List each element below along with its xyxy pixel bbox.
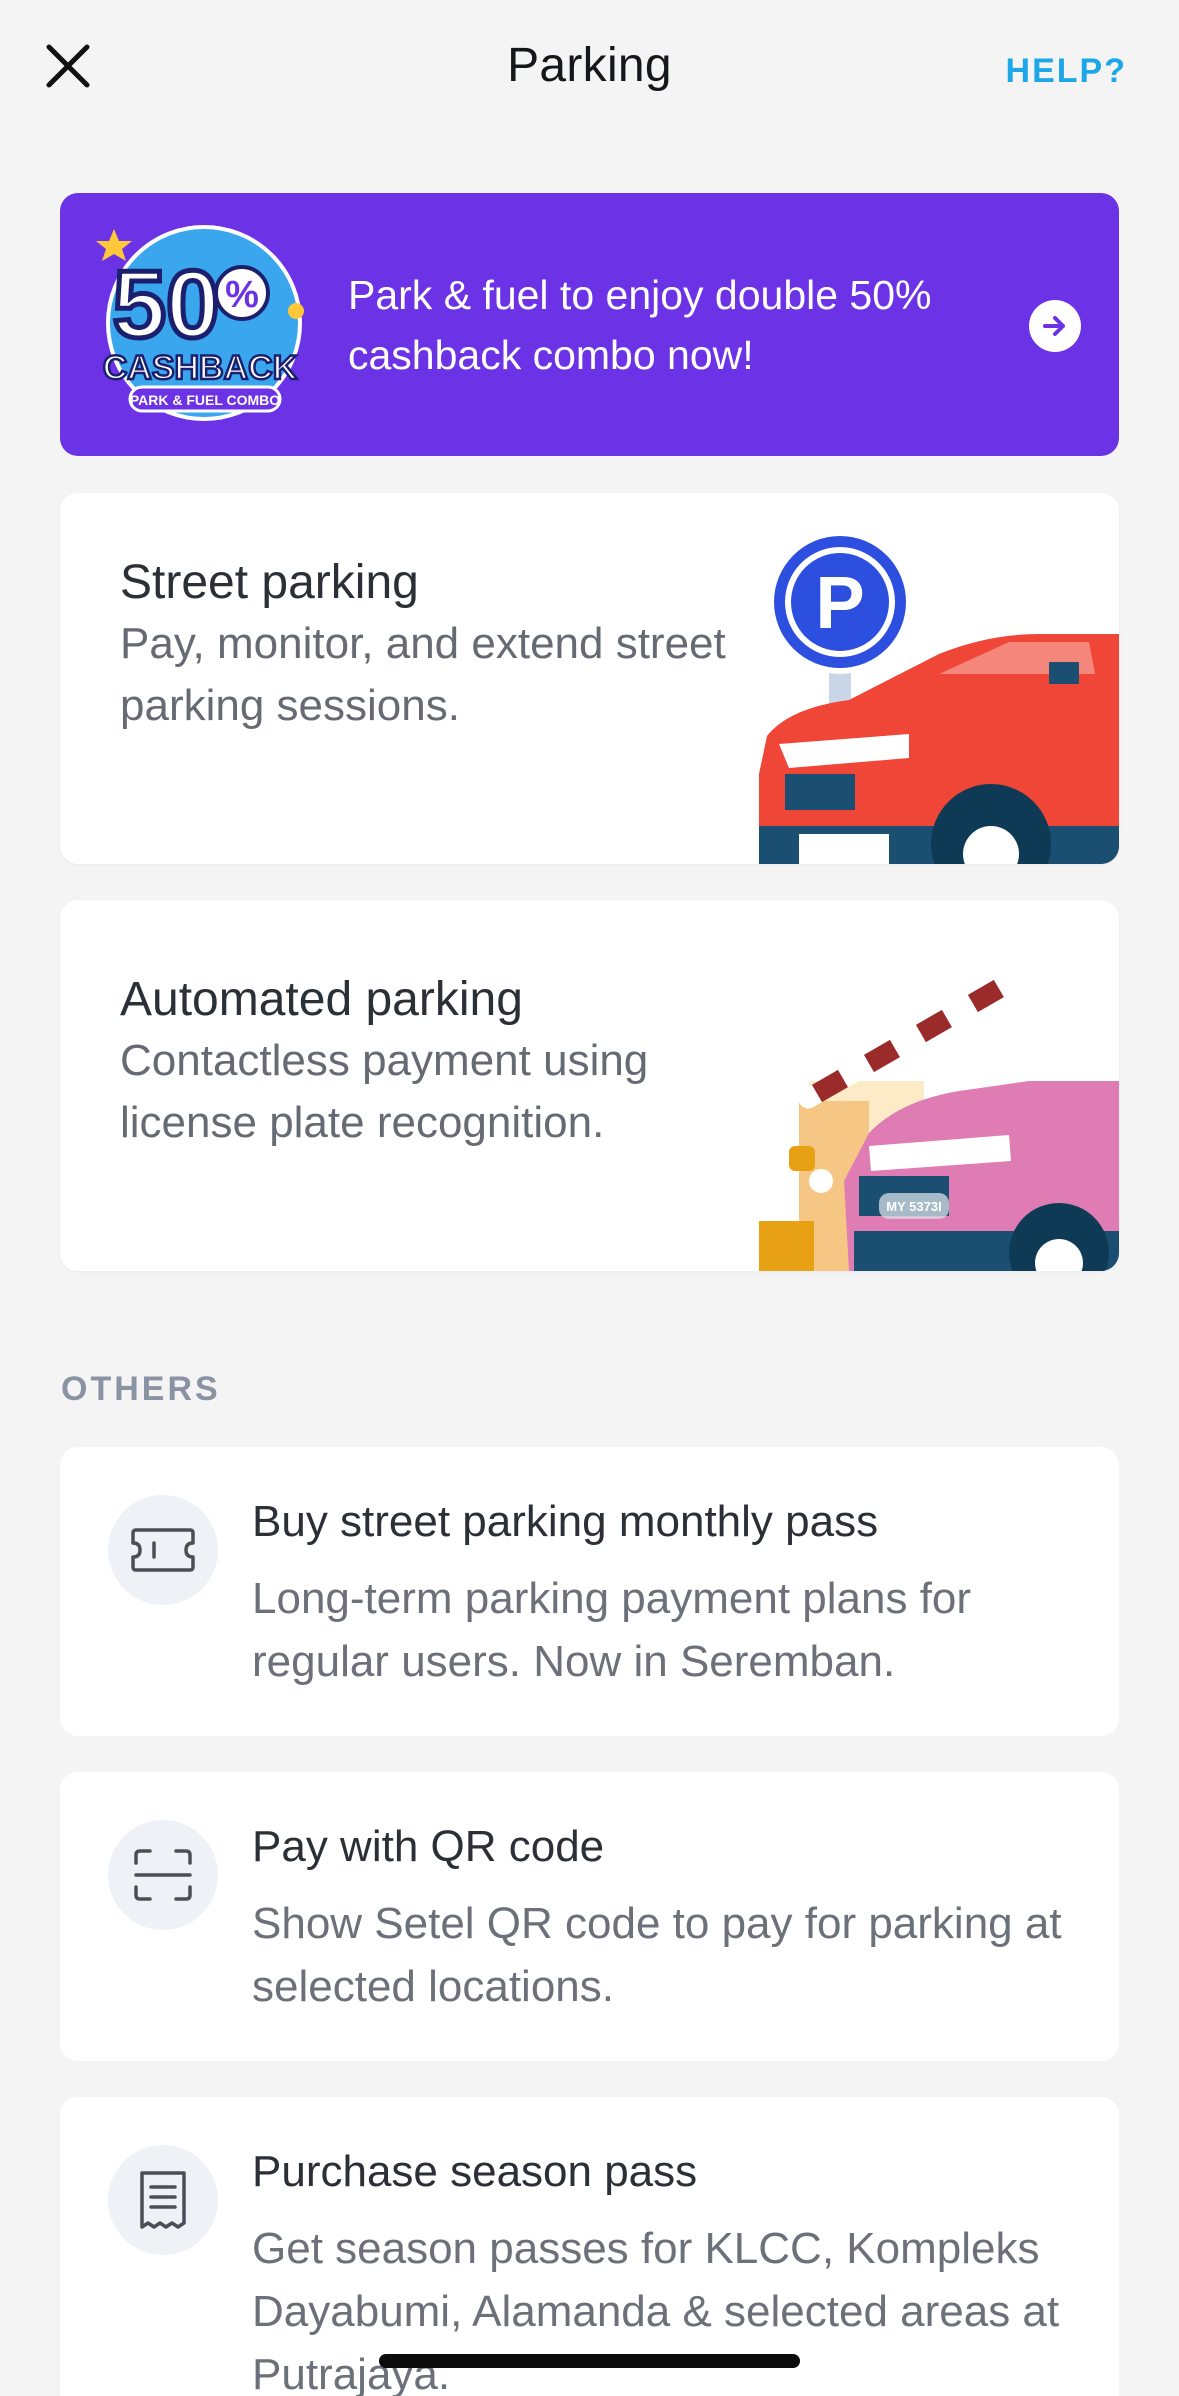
monthly-pass-item[interactable]: Buy street parking monthly pass Long-ter… — [60, 1447, 1119, 1736]
parking-sign-letter: P — [815, 561, 864, 644]
automated-parking-card[interactable]: Automated parking Contactless payment us… — [60, 900, 1119, 1271]
badge-percent: % — [225, 274, 259, 316]
qr-code-item[interactable]: Pay with QR code Show Setel QR code to p… — [60, 1772, 1119, 2061]
scan-icon — [134, 1849, 192, 1901]
season-pass-item[interactable]: Purchase season pass Get season passes f… — [60, 2097, 1119, 2396]
badge-ribbon: PARK & FUEL COMBO — [130, 392, 280, 408]
badge-word: CASHBACK — [103, 349, 298, 387]
qr-code-description: Show Setel QR code to pay for parking at… — [252, 1899, 1062, 2011]
arrow-right-icon — [1043, 316, 1065, 336]
automated-parking-illustration: MY 5373I — [759, 953, 1119, 1271]
automated-parking-description: Contactless payment using license plate … — [120, 1036, 649, 1147]
scan-icon-container — [108, 1820, 218, 1930]
monthly-pass-description: Long-term parking payment plans for regu… — [252, 1574, 972, 1686]
qr-code-title: Pay with QR code — [252, 1822, 605, 1871]
promo-arrow-button[interactable] — [1029, 300, 1081, 352]
automated-parking-title: Automated parking — [120, 973, 523, 1026]
ticket-icon-container — [108, 1495, 218, 1605]
season-pass-title: Purchase season pass — [252, 2147, 698, 2196]
promo-text: Park & fuel to enjoy double 50% cashback… — [348, 272, 932, 378]
street-parking-card[interactable]: Street parking Pay, monitor, and extend … — [60, 493, 1119, 864]
help-link[interactable]: HELP? — [1006, 52, 1127, 91]
cashback-badge-logo: 50 % CASHBACK PARK & FUEL COMBO — [96, 225, 304, 421]
monthly-pass-title: Buy street parking monthly pass — [252, 1497, 879, 1546]
others-section-label: OTHERS — [61, 1370, 221, 1408]
home-indicator[interactable] — [379, 2354, 800, 2368]
license-plate: MY 5373I — [886, 1199, 941, 1214]
receipt-icon — [140, 2171, 186, 2229]
page-title: Parking — [507, 39, 672, 92]
street-parking-title: Street parking — [120, 556, 419, 609]
ticket-icon — [131, 1528, 195, 1572]
promo-banner[interactable]: 50 % CASHBACK PARK & FUEL COMBO Park & f… — [60, 193, 1119, 456]
receipt-icon-container — [108, 2145, 218, 2255]
street-parking-illustration: P — [759, 530, 1119, 864]
street-parking-description: Pay, monitor, and extend street parking … — [120, 619, 726, 730]
season-pass-description: Get season passes for KLCC, Kompleks Day… — [252, 2224, 1060, 2396]
top-bar: Parking HELP? — [0, 0, 1179, 140]
badge-number: 50 — [113, 251, 220, 358]
